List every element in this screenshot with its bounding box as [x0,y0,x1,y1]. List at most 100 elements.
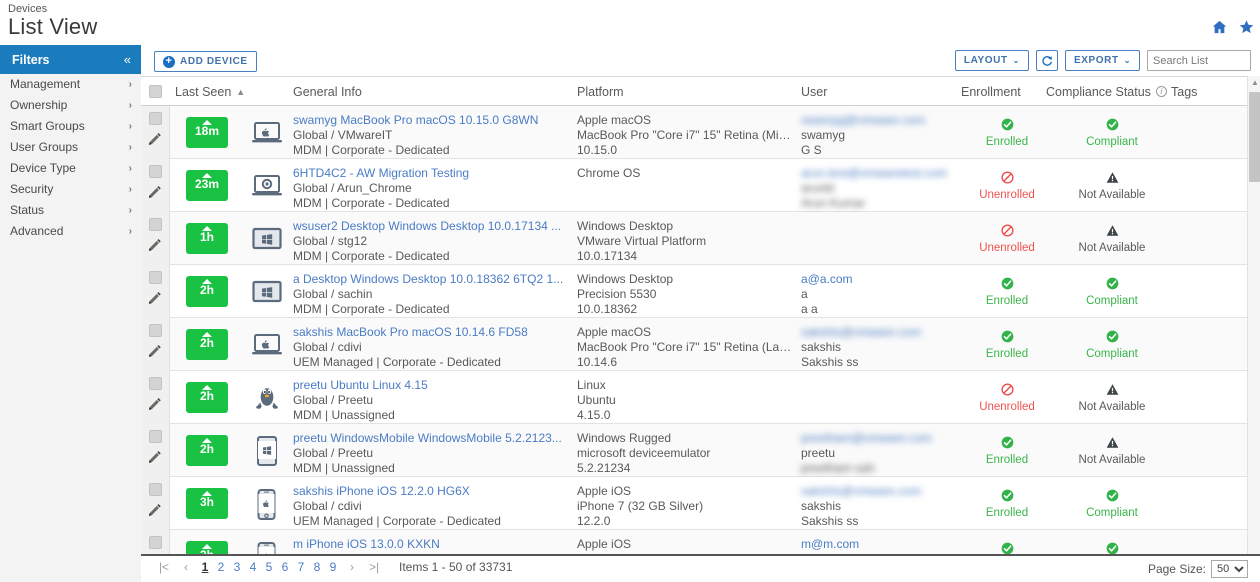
device-name-link[interactable]: sakshis iPhone iOS 12.2.0 HG6X [293,484,568,499]
column-header-compliance-status[interactable]: Compliance Status i [1046,77,1167,106]
row-checkbox[interactable] [149,377,162,390]
device-name-link[interactable]: preetu Ubuntu Linux 4.15 [293,378,568,393]
collapse-sidebar-icon[interactable]: « [124,52,131,67]
scrollbar-thumb[interactable] [1249,92,1260,182]
user-email-link[interactable]: swamyg@vmware.com [801,113,946,128]
refresh-button[interactable] [1036,50,1058,71]
row-checkbox[interactable] [149,271,162,284]
device-name-link[interactable]: 6HTD4C2 - AW Migration Testing [293,166,568,181]
sidebar-item-management[interactable]: Management › [0,74,141,95]
column-header-platform[interactable]: Platform [577,77,624,106]
sidebar-item-status[interactable]: Status › [0,200,141,221]
column-header-user[interactable]: User [801,77,827,106]
edit-pencil-icon[interactable] [147,186,163,203]
sort-ascending-icon: ▲ [236,87,245,97]
grid-vertical-scrollbar[interactable]: ▲ [1247,76,1260,554]
home-icon[interactable] [1212,20,1227,34]
user-email-link[interactable]: a@a.com [801,272,946,287]
last-page-button[interactable]: >| [363,560,385,574]
column-header-tags[interactable]: Tags [1171,77,1197,106]
last-seen-badge: 2h [186,435,228,466]
search-input[interactable] [1147,50,1251,71]
user-email-link[interactable]: arun.test@vmwaretest.com [801,166,946,181]
platform-model: Ubuntu [577,393,792,408]
device-name-link[interactable]: wsuser2 Desktop Windows Desktop 10.0.171… [293,219,568,234]
scroll-up-icon[interactable]: ▲ [1251,78,1259,87]
user-username: sakshis [801,499,946,514]
page-button-7[interactable]: 7 [293,560,309,574]
device-name-link[interactable]: preetu WindowsMobile WindowsMobile 5.2.2… [293,431,568,446]
next-page-button[interactable]: › [341,560,363,574]
layout-button[interactable]: LAYOUT ⌄ [955,50,1029,71]
edit-pencil-icon[interactable] [147,133,163,150]
user-email-link[interactable]: preetham@vmware.com [801,431,946,446]
first-page-button[interactable]: |< [153,560,175,574]
edit-pencil-icon[interactable] [147,345,163,362]
info-icon[interactable]: i [1156,86,1167,97]
device-name-link[interactable]: sakshis MacBook Pro macOS 10.14.6 FD58 [293,325,568,340]
table-row[interactable]: 18m swamyg MacBook Pro macOS 10.15.0 G8W… [141,106,1260,159]
column-header-last-seen[interactable]: Last Seen ▲ [175,77,245,106]
row-checkbox[interactable] [149,324,162,337]
table-row[interactable]: 3h sakshis iPhone iOS 12.2.0 HG6X Global… [141,477,1260,530]
device-name-link[interactable]: swamyg MacBook Pro macOS 10.15.0 G8WN [293,113,568,128]
row-checkbox[interactable] [149,112,162,125]
column-header-general-info[interactable]: General Info [293,77,362,106]
edit-pencil-icon[interactable] [147,292,163,309]
page-button-2[interactable]: 2 [213,560,229,574]
page-button-1[interactable]: 1 [197,560,213,574]
page-size-select[interactable]: 50 [1211,560,1248,578]
user-email-link[interactable]: sakshis@vmware.com [801,484,946,499]
edit-pencil-icon[interactable] [147,504,163,521]
sidebar-item-security[interactable]: Security › [0,179,141,200]
platform-name: Windows Desktop [577,272,792,287]
row-checkbox[interactable] [149,218,162,231]
table-row[interactable]: 2h preetu Ubuntu Linux 4.15 Global / Pre… [141,371,1260,424]
compliance-status: Compliant [1057,542,1167,554]
row-checkbox[interactable] [149,165,162,178]
page-button-4[interactable]: 4 [245,560,261,574]
platform-os-version: 12.2.0 [577,514,792,529]
select-all-checkbox[interactable] [149,85,162,98]
page-button-3[interactable]: 3 [229,560,245,574]
add-device-button[interactable]: + ADD DEVICE [154,51,257,72]
page-button-8[interactable]: 8 [309,560,325,574]
page-button-5[interactable]: 5 [261,560,277,574]
edit-pencil-icon[interactable] [147,239,163,256]
platform-os-version: 10.14.6 [577,355,792,370]
user-email-link[interactable]: m@m.com [801,537,946,552]
export-button[interactable]: EXPORT ⌄ [1065,50,1140,71]
sidebar-item-advanced[interactable]: Advanced › [0,221,141,242]
row-checkbox[interactable] [149,430,162,443]
user-email-link[interactable] [801,378,946,393]
table-row[interactable]: 2h preetu WindowsMobile WindowsMobile 5.… [141,424,1260,477]
platform-os-version: 10.0.18362 [577,302,792,317]
edit-pencil-icon[interactable] [147,398,163,415]
device-name-link[interactable]: m iPhone iOS 13.0.0 KXKN [293,537,568,552]
sidebar-item-ownership[interactable]: Ownership › [0,95,141,116]
linux-icon [249,383,284,413]
sidebar-item-label: Status [10,203,44,217]
row-checkbox[interactable] [149,536,162,549]
sidebar-item-device-type[interactable]: Device Type › [0,158,141,179]
sidebar-item-user-groups[interactable]: User Groups › [0,137,141,158]
user-email-link[interactable] [801,219,946,234]
previous-page-button[interactable]: ‹ [175,560,197,574]
edit-pencil-icon[interactable] [147,451,163,468]
compliance-status: Compliant [1057,118,1167,148]
table-row[interactable]: 2h a Desktop Windows Desktop 10.0.18362 … [141,265,1260,318]
table-row[interactable]: 3h m iPhone iOS 13.0.0 KXKN Apple iOS m@… [141,530,1260,554]
user-email-link[interactable]: sakshis@vmware.com [801,325,946,340]
sidebar-item-smart-groups[interactable]: Smart Groups › [0,116,141,137]
refresh-icon [1041,55,1053,67]
device-name-link[interactable]: a Desktop Windows Desktop 10.0.18362 6TQ… [293,272,568,287]
page-button-6[interactable]: 6 [277,560,293,574]
page-button-9[interactable]: 9 [325,560,341,574]
row-checkbox[interactable] [149,483,162,496]
star-icon[interactable] [1239,20,1254,34]
table-row[interactable]: 1h wsuser2 Desktop Windows Desktop 10.0.… [141,212,1260,265]
table-row[interactable]: 23m 6HTD4C2 - AW Migration Testing Globa… [141,159,1260,212]
filters-header[interactable]: Filters « [0,45,141,74]
column-header-enrollment[interactable]: Enrollment [961,77,1021,106]
table-row[interactable]: 2h sakshis MacBook Pro macOS 10.14.6 FD5… [141,318,1260,371]
